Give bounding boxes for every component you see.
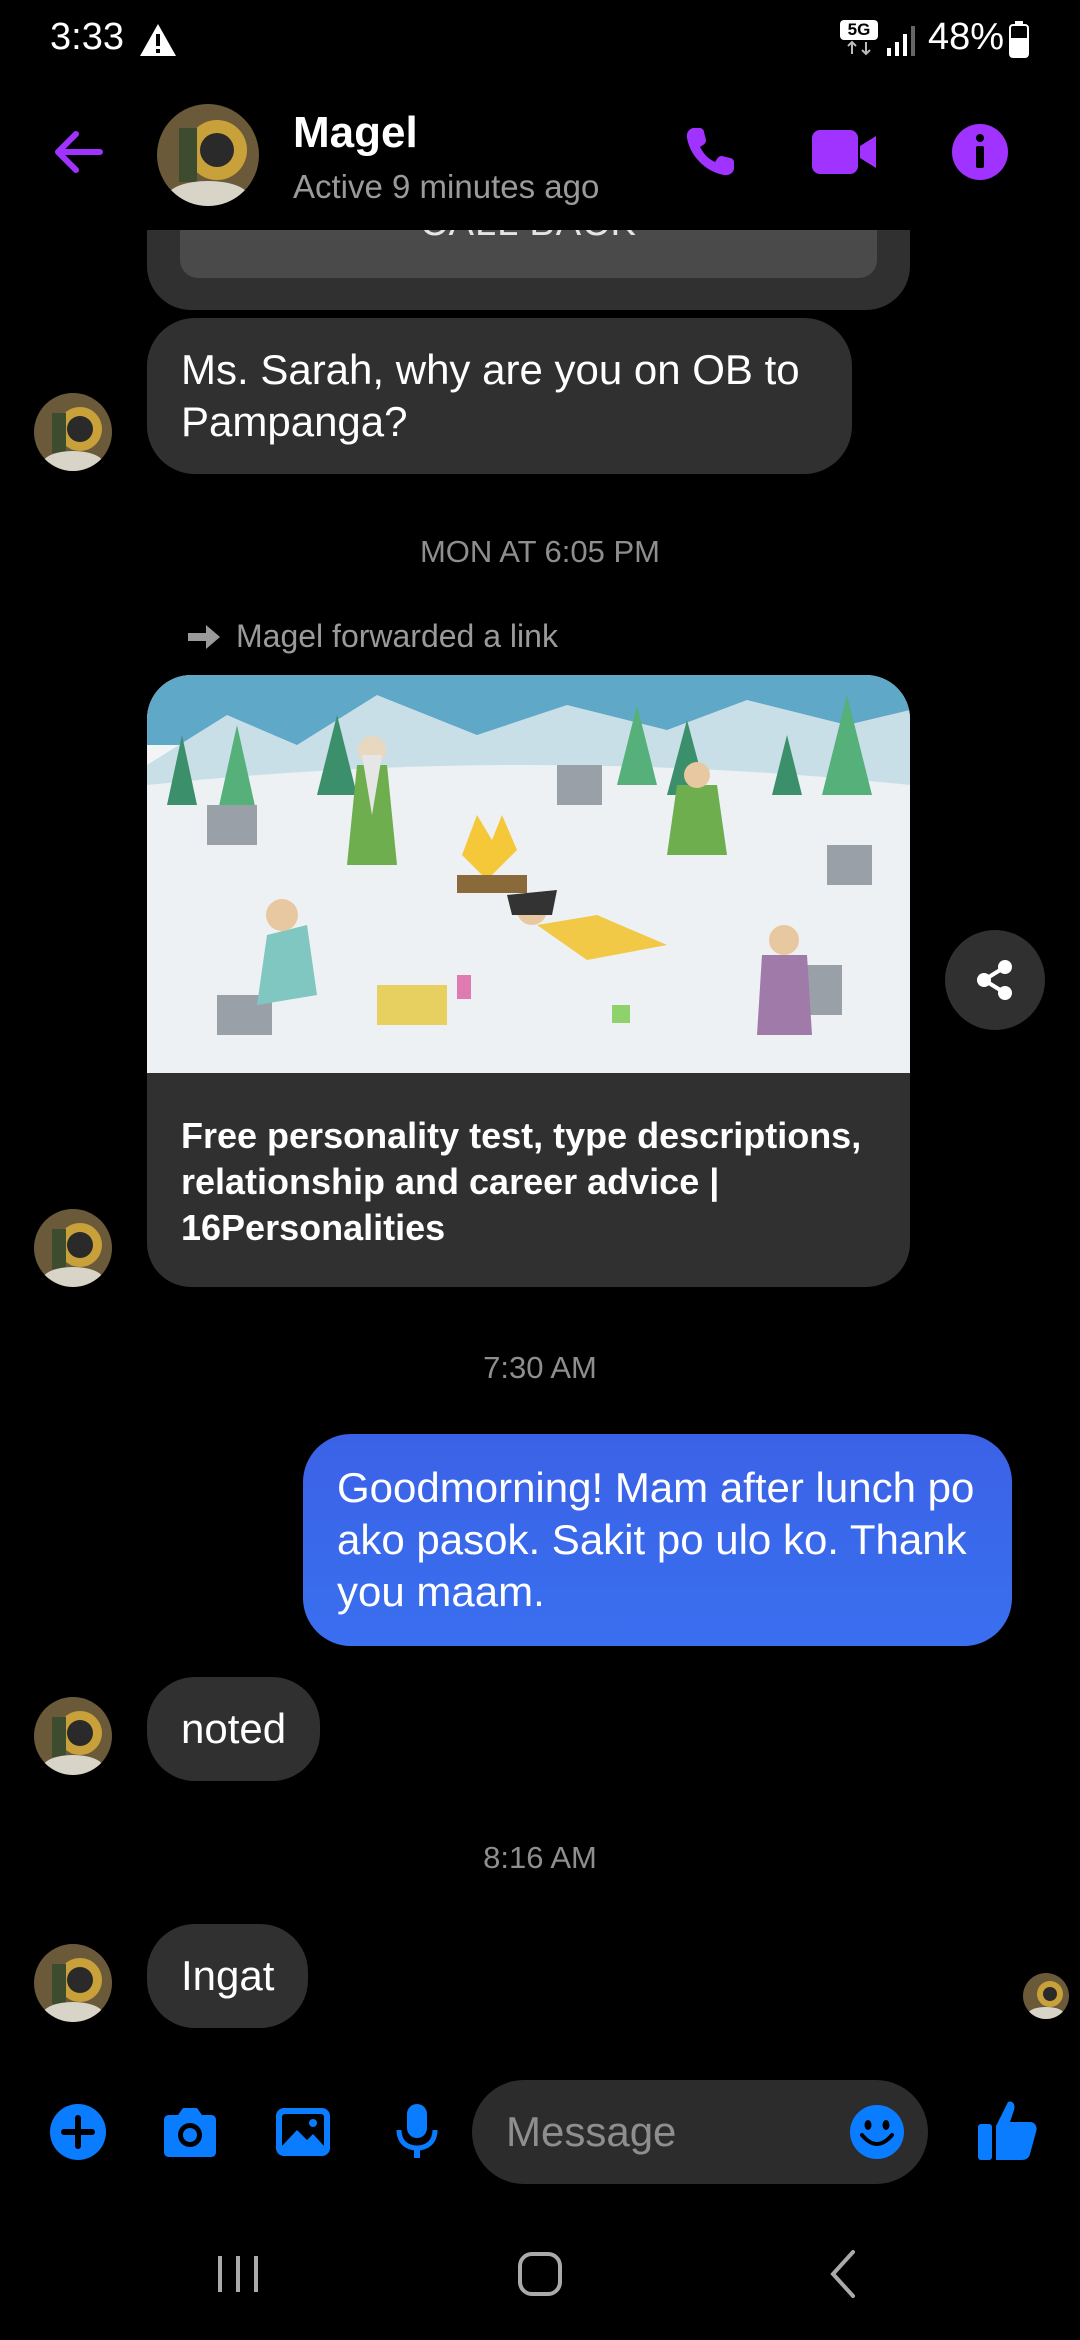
video-camera-icon[interactable]: [810, 124, 878, 180]
seen-indicator-avatar: [1023, 1973, 1069, 2019]
avatar-image: [34, 1944, 112, 2022]
incoming-message[interactable]: noted: [147, 1677, 321, 1781]
timestamp: 7:30 AM: [483, 1350, 597, 1385]
link-preview-image: [147, 675, 910, 1073]
incoming-message[interactable]: Ms. Sarah, why are you on OB to Pampanga…: [147, 318, 852, 474]
chat-header: Magel Active 9 minutes ago: [0, 80, 1080, 230]
info-icon[interactable]: [950, 122, 1010, 182]
forward-note-text: Magel forwarded a link: [236, 618, 558, 654]
timestamp: 8:16 AM: [483, 1840, 597, 1875]
conversation[interactable]: CALL BACK Ms. Sarah, why are you on OB t…: [0, 0, 1080, 2080]
avatar[interactable]: [34, 1697, 112, 1775]
link-preview-card[interactable]: Free personality test, type descriptions…: [147, 675, 910, 1287]
avatar-image: [157, 104, 259, 206]
avatar-image: [34, 1209, 112, 1287]
incoming-message[interactable]: Ingat: [147, 1924, 309, 2028]
forward-note: Magel forwarded a link: [186, 618, 558, 655]
message-composer: [0, 2080, 1080, 2185]
phone-icon[interactable]: [680, 122, 740, 182]
avatar[interactable]: [34, 1209, 112, 1287]
avatar-image: [34, 393, 112, 471]
contact-name[interactable]: Magel: [293, 108, 418, 158]
contact-status: Active 9 minutes ago: [293, 168, 600, 205]
timestamp: MON AT 6:05 PM: [419, 534, 661, 569]
home-icon[interactable]: [510, 2244, 570, 2304]
gallery-icon[interactable]: [271, 2100, 335, 2164]
share-icon: [977, 960, 1012, 1000]
forward-arrow-icon: [188, 624, 220, 649]
thumbs-up-icon[interactable]: [974, 2096, 1040, 2164]
avatar[interactable]: [34, 1944, 112, 2022]
recents-icon[interactable]: [208, 2244, 268, 2304]
emoji-icon[interactable]: [848, 2103, 906, 2161]
link-title[interactable]: Free personality test, type descriptions…: [181, 1113, 881, 1251]
back-icon[interactable]: [815, 2244, 875, 2304]
camera-icon[interactable]: [158, 2100, 222, 2164]
system-nav-bar: [0, 2200, 1080, 2340]
contact-avatar[interactable]: [157, 104, 259, 206]
avatar[interactable]: [34, 393, 112, 471]
back-arrow-icon[interactable]: [48, 122, 108, 182]
microphone-icon[interactable]: [385, 2100, 449, 2164]
share-button[interactable]: [945, 930, 1045, 1030]
outgoing-message[interactable]: Goodmorning! Mam after lunch po ako paso…: [303, 1434, 1012, 1646]
plus-icon[interactable]: [46, 2100, 110, 2164]
avatar-image: [34, 1697, 112, 1775]
